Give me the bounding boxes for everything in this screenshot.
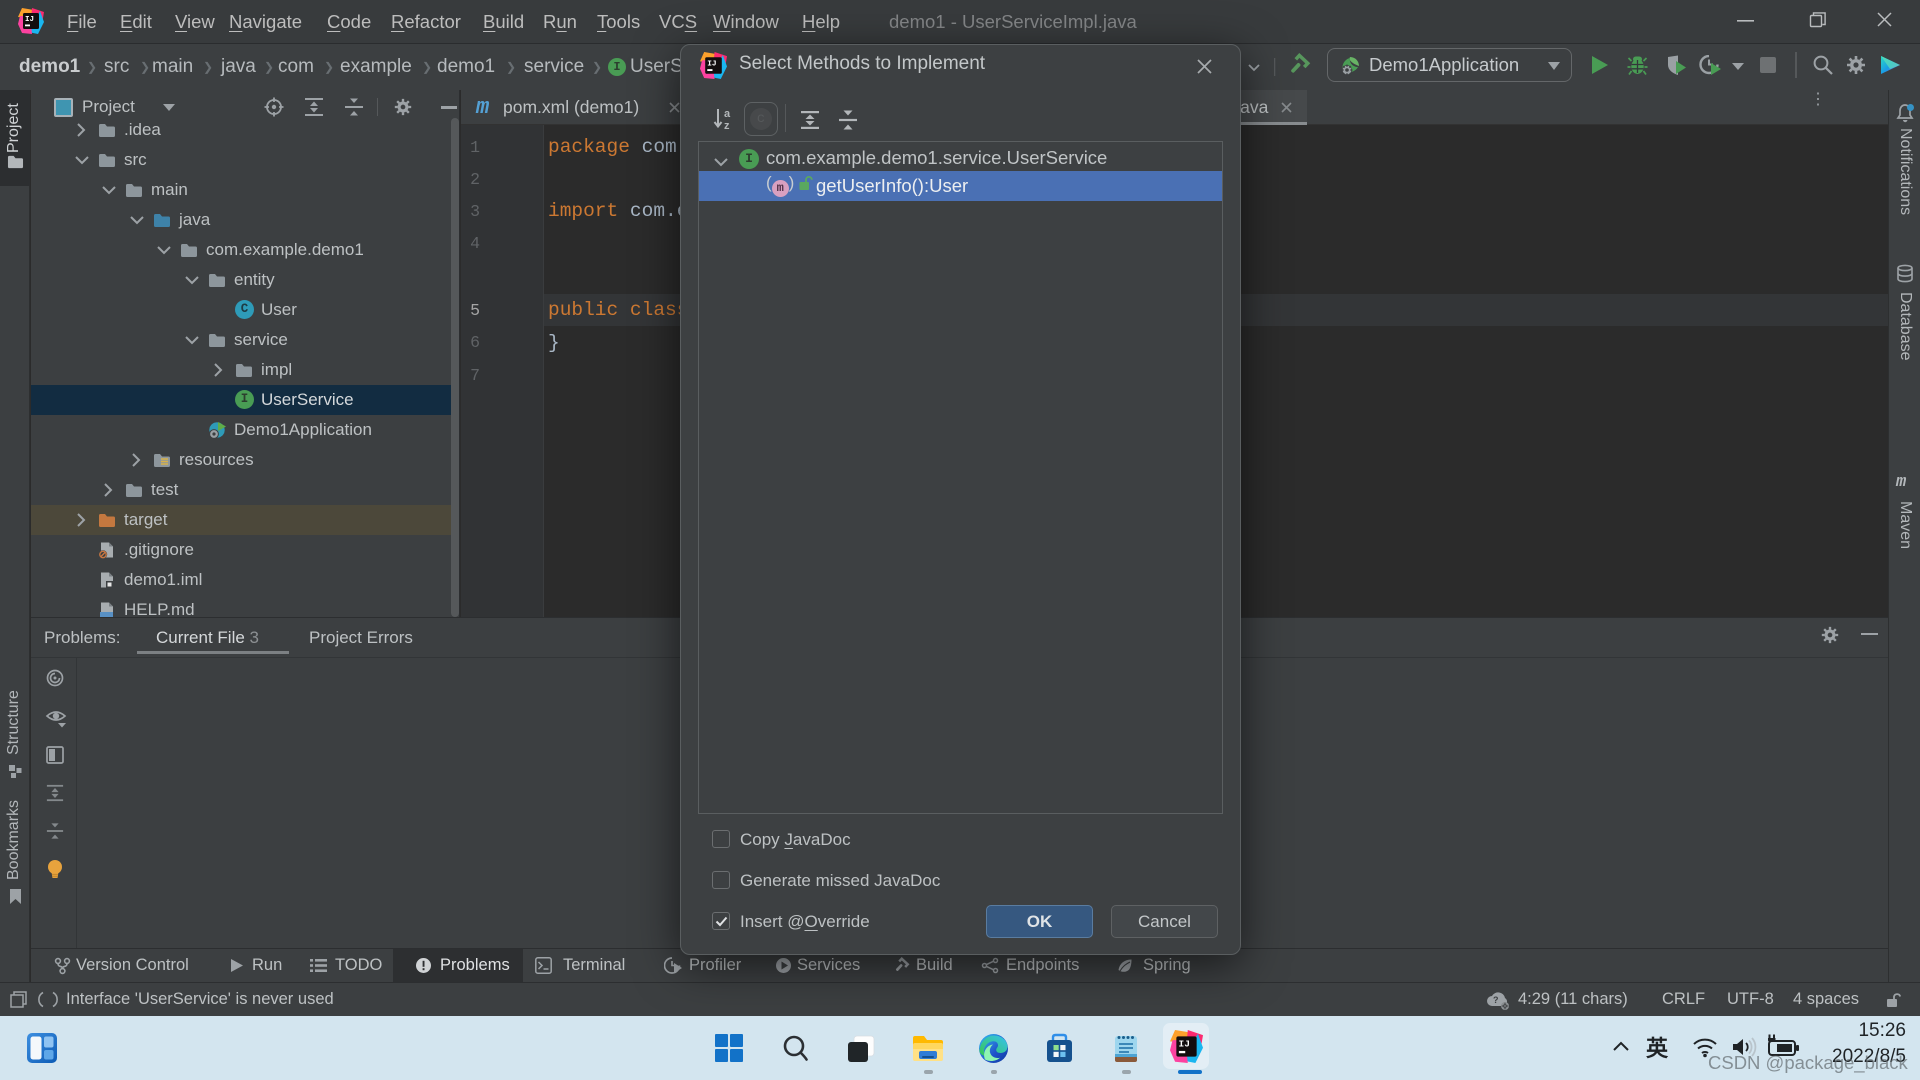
svg-text:?: ? (1493, 995, 1499, 1005)
svg-text:IJ: IJ (1179, 1039, 1190, 1050)
svg-text:a: a (724, 108, 731, 120)
svg-text:IJ: IJ (707, 61, 716, 69)
svg-text:z: z (724, 120, 730, 131)
